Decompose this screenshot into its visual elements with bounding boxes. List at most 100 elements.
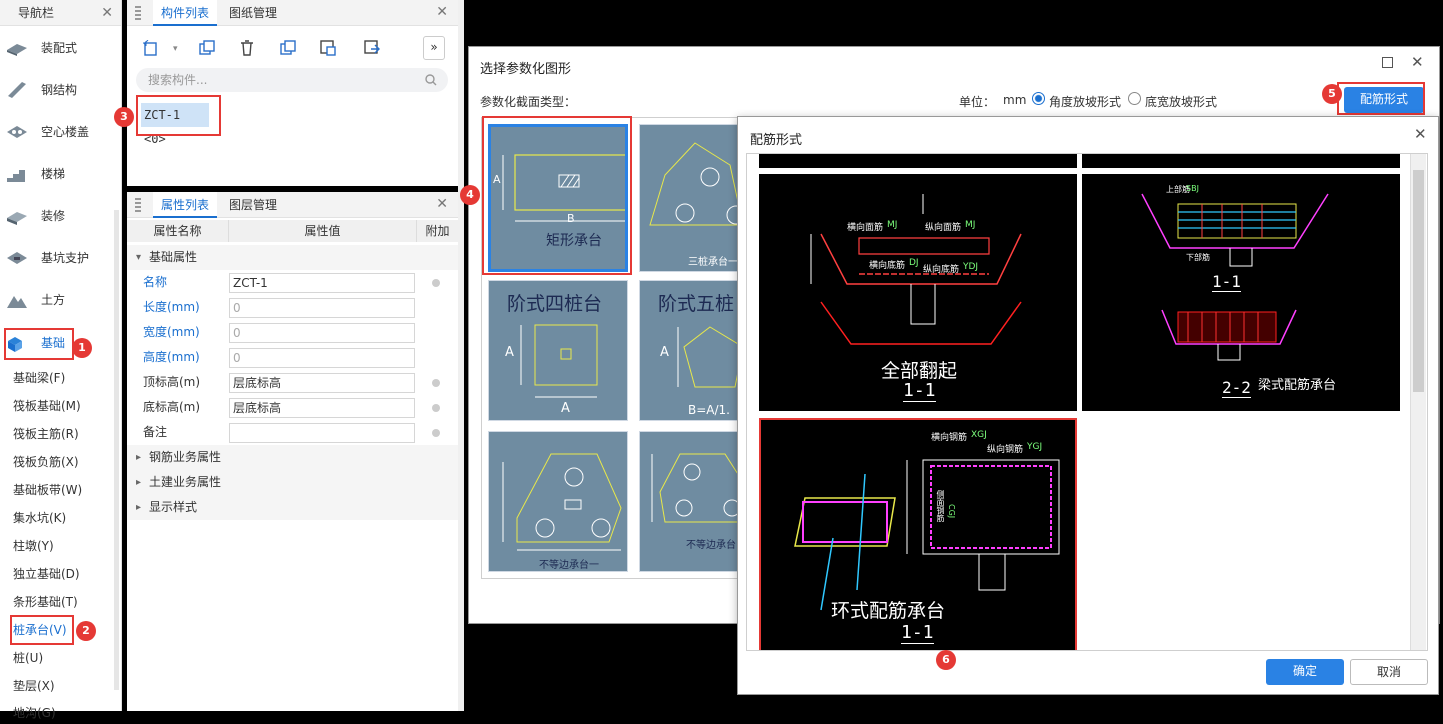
- header-prop-value: 属性值: [229, 220, 417, 242]
- search-icon[interactable]: [425, 74, 437, 86]
- group-rebar-properties[interactable]: 钢筋业务属性: [127, 445, 458, 470]
- step-five-drawing: [677, 326, 743, 388]
- group-display-style[interactable]: 显示样式: [127, 495, 458, 520]
- layer-copy-button[interactable]: [316, 36, 340, 60]
- sub-item[interactable]: 基础梁(F): [13, 367, 65, 389]
- nav-close-icon[interactable]: ✕: [101, 0, 113, 26]
- copy-icon: [199, 40, 215, 55]
- cancel-button[interactable]: 取消: [1350, 659, 1428, 685]
- nav-item-steel[interactable]: 钢结构: [0, 71, 118, 109]
- scrollbar-thumb[interactable]: [1413, 170, 1424, 392]
- sub-item[interactable]: 桩(U): [13, 647, 43, 669]
- ok-button[interactable]: 确定: [1266, 659, 1344, 685]
- property-row: 备注: [127, 420, 458, 445]
- more-button[interactable]: »: [423, 36, 445, 60]
- rebar-option-beam-cap[interactable]: 上部筋 SBJ 下部筋 1-1 2-2 梁式配筋承台: [1082, 174, 1400, 411]
- tab-component-list[interactable]: 构件列表: [153, 0, 218, 26]
- step-badge: 5: [1322, 84, 1342, 104]
- sub-item[interactable]: 集水坑(K): [13, 507, 66, 529]
- tab-drawing-management[interactable]: 图纸管理: [221, 0, 285, 26]
- highlight-rect-cap: [482, 116, 632, 275]
- highlight-pile-cap: [10, 615, 74, 645]
- extra-checkbox[interactable]: [432, 379, 440, 387]
- shape-step-four-pile[interactable]: 阶式四桩台 A A: [488, 280, 628, 421]
- property-value-input[interactable]: ZCT-1: [229, 273, 415, 293]
- property-value-input[interactable]: 层底标高: [229, 373, 415, 393]
- sub-item[interactable]: 筏板负筋(X): [13, 451, 79, 473]
- nav-item-pit-support[interactable]: 基坑支护: [0, 239, 118, 277]
- drag-grip-icon[interactable]: [135, 198, 141, 212]
- steel-icon: [8, 82, 26, 98]
- sub-item[interactable]: 垫层(X): [13, 675, 55, 697]
- sub-item[interactable]: 筏板基础(M): [13, 395, 81, 417]
- radio-angle-slope[interactable]: [1032, 92, 1045, 105]
- nav-item-prefab[interactable]: 装配式: [0, 29, 118, 67]
- group-civil-properties[interactable]: 土建业务属性: [127, 470, 458, 495]
- dialog-title: 配筋形式: [750, 133, 803, 148]
- panel-splitter[interactable]: [458, 0, 464, 711]
- close-icon[interactable]: ✕: [436, 196, 448, 212]
- copy-button[interactable]: [195, 36, 219, 60]
- new-icon: [143, 40, 157, 56]
- beam-cap-drawing: [1141, 193, 1329, 361]
- dropdown-arrow-icon[interactable]: ▾: [173, 44, 178, 54]
- tab-layer-management[interactable]: 图层管理: [221, 192, 285, 218]
- property-value-input[interactable]: 0: [229, 298, 415, 318]
- sub-item[interactable]: 独立基础(D): [13, 563, 80, 585]
- sub-item[interactable]: 筏板主筋(R): [13, 423, 79, 445]
- batch-button[interactable]: [360, 36, 384, 60]
- decoration-icon: [7, 212, 27, 225]
- extra-checkbox[interactable]: [432, 279, 440, 287]
- trash-icon: [241, 40, 253, 56]
- shape-unequal-cap-1[interactable]: 不等边承台一: [488, 431, 628, 572]
- radio-width-slope[interactable]: [1128, 92, 1141, 105]
- maximize-icon[interactable]: [1382, 57, 1393, 68]
- property-value-input[interactable]: 0: [229, 323, 415, 343]
- sub-item[interactable]: 柱墩(Y): [13, 535, 54, 557]
- batch-icon: [364, 40, 380, 54]
- step-badge: 6: [936, 650, 956, 670]
- unit-label: 单位：: [959, 95, 996, 109]
- property-panel: 属性列表 图层管理 ✕ 属性名称 属性值 附加 基础属性 名称 ZCT-1 长度…: [127, 192, 458, 711]
- rebar-option-all-bent[interactable]: 横向面筋 MJ 纵向面筋 MJ 横向底筋 DJ 纵向底筋 YDJ 全部翻起 1-…: [759, 174, 1077, 411]
- three-pile-drawing: [649, 142, 743, 226]
- rebar-option-ring-cap[interactable]: 横向钢筋 XGJ 纵向钢筋 YGJ 侧面钢筋 CGJ 环式配筋承台 1-1: [759, 418, 1077, 650]
- section-type-label: 参数化截面类型：: [480, 95, 577, 109]
- sub-item[interactable]: 基础板带(W): [13, 479, 82, 501]
- sub-item[interactable]: 条形基础(T): [13, 591, 78, 613]
- close-icon[interactable]: ✕: [1414, 125, 1427, 143]
- shape-three-pile-cap[interactable]: 三桩承台一: [639, 124, 743, 272]
- tab-property-list[interactable]: 属性列表: [153, 192, 218, 218]
- new-component-button[interactable]: [139, 36, 163, 60]
- navigation-panel: 导航栏 ✕ 装配式 钢结构 空心楼盖 楼梯 装修 基坑支护 土方 基础 1 基础…: [0, 0, 122, 720]
- delete-button[interactable]: [235, 36, 259, 60]
- extra-checkbox[interactable]: [432, 404, 440, 412]
- sub-item[interactable]: 地沟(G): [13, 702, 56, 724]
- drag-grip-icon[interactable]: [135, 6, 141, 20]
- unequal-cap-drawing: [502, 453, 622, 551]
- shape-unequal-cap-2[interactable]: 不等边承台: [639, 431, 743, 572]
- header-prop-name: 属性名称: [127, 220, 229, 242]
- group-base-properties[interactable]: 基础属性: [127, 245, 458, 270]
- nav-item-decoration[interactable]: 装修: [0, 197, 118, 235]
- search-input[interactable]: 搜索构件...: [136, 68, 448, 92]
- vertical-scrollbar[interactable]: [1410, 154, 1426, 650]
- nav-item-earthwork[interactable]: 土方: [0, 281, 118, 319]
- property-value-input[interactable]: 0: [229, 348, 415, 368]
- layer-copy-icon: [320, 40, 336, 56]
- header-prop-extra: 附加: [417, 220, 458, 242]
- nav-item-stairs[interactable]: 楼梯: [0, 155, 118, 193]
- shape-step-five-pile[interactable]: 阶式五桩 A B=A/1.: [639, 280, 743, 421]
- close-icon[interactable]: ✕: [436, 4, 448, 20]
- close-icon[interactable]: ✕: [1411, 53, 1424, 71]
- nav-item-hollow-floor[interactable]: 空心楼盖: [0, 113, 118, 151]
- nav-scrollbar[interactable]: [114, 210, 119, 690]
- highlight-component: [136, 95, 221, 136]
- property-value-input[interactable]: [229, 423, 415, 443]
- step-badge: 4: [460, 185, 480, 205]
- property-row: 名称 ZCT-1: [127, 270, 458, 295]
- duplicate-button[interactable]: [276, 36, 300, 60]
- rebar-form-dialog: 配筋形式 ✕ 横向面筋 MJ 纵向面筋 MJ 横向底筋 DJ 纵向底筋 YDJ …: [737, 116, 1439, 695]
- extra-checkbox[interactable]: [432, 429, 440, 437]
- property-value-input[interactable]: 层底标高: [229, 398, 415, 418]
